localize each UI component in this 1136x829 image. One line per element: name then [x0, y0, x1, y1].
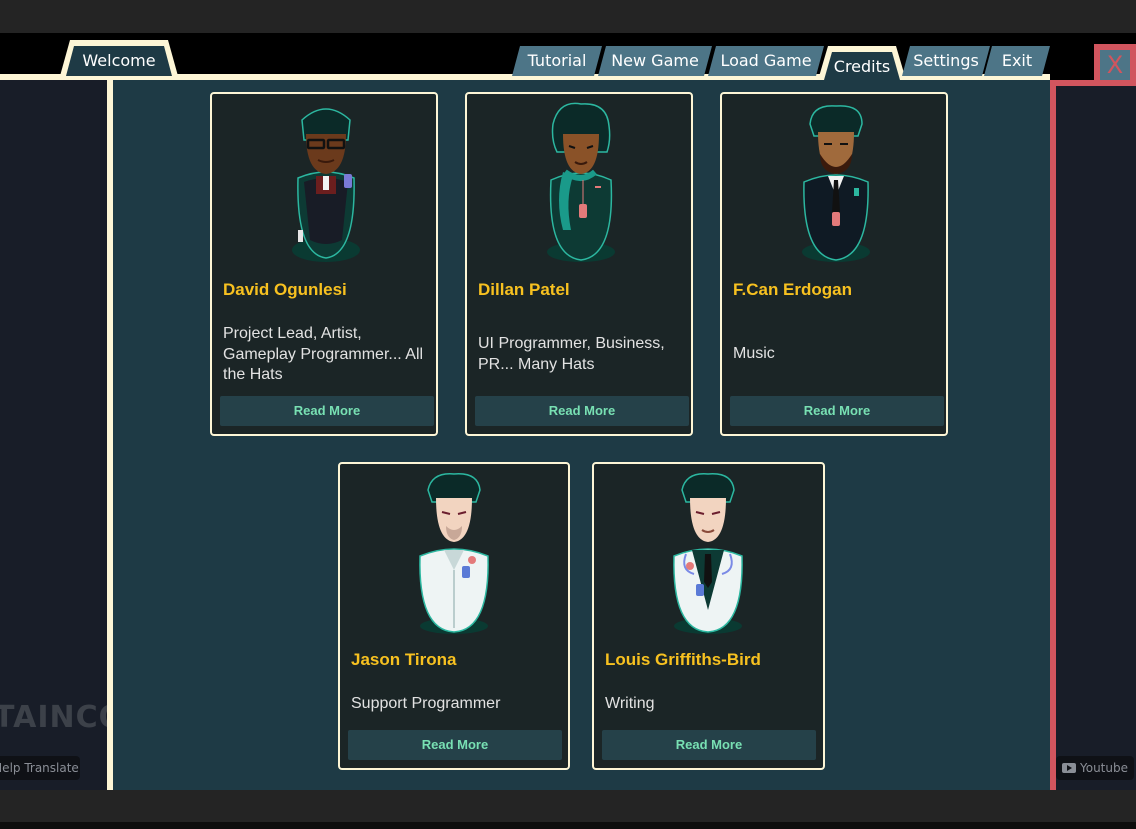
tab-new-game[interactable]: New Game	[598, 46, 712, 76]
tab-tutorial[interactable]: Tutorial	[512, 46, 602, 76]
read-more-button[interactable]: Read More	[730, 396, 944, 426]
help-translate-button[interactable]: Help Translate	[0, 756, 80, 780]
tab-new-game-label: New Game	[611, 51, 699, 70]
read-more-button[interactable]: Read More	[348, 730, 562, 760]
portrait-jason	[419, 473, 489, 634]
tab-credits[interactable]: Credits	[818, 46, 906, 80]
background-left	[0, 80, 107, 790]
read-more-button[interactable]: Read More	[475, 396, 689, 426]
tab-tutorial-label: Tutorial	[527, 51, 587, 70]
portrait-louis	[673, 473, 743, 634]
tab-settings[interactable]: Settings	[902, 46, 990, 76]
tab-credits-label: Credits	[833, 57, 891, 76]
youtube-icon	[1062, 763, 1076, 773]
credit-card: Jason Tirona Support Programmer Read Mor…	[338, 462, 570, 770]
read-more-button[interactable]: Read More	[602, 730, 816, 760]
top-letterbox	[0, 0, 1136, 33]
tab-settings-label: Settings	[913, 51, 979, 70]
youtube-label: Youtube	[1080, 761, 1128, 775]
credit-role: UI Programmer, Business, PR... Many Hats	[478, 335, 665, 373]
credit-card: Dillan Patel UI Programmer, Business, PR…	[465, 92, 693, 436]
credit-name: F.Can Erdogan	[733, 280, 853, 299]
tab-welcome-label: Welcome	[82, 51, 156, 70]
credit-name: Dillan Patel	[478, 280, 570, 299]
credit-role: Support Programmer	[351, 695, 501, 712]
tab-load-game-label: Load Game	[720, 51, 812, 70]
credit-role: Music	[733, 345, 775, 362]
portrait-fcan	[802, 105, 870, 262]
credit-name: David Ogunlesi	[223, 280, 347, 299]
background-right	[1056, 86, 1136, 790]
bottom-edge	[0, 822, 1136, 829]
tab-welcome[interactable]: Welcome	[60, 40, 178, 76]
tab-exit[interactable]: Exit	[984, 46, 1050, 76]
close-button[interactable]: X	[1094, 44, 1136, 86]
credit-card: F.Can Erdogan Music Read More	[720, 92, 948, 436]
panel-right-border	[1050, 80, 1056, 790]
credit-card: David Ogunlesi Project Lead, Artist, Gam…	[210, 92, 438, 436]
youtube-button[interactable]: Youtube	[1056, 756, 1134, 780]
credit-name: Louis Griffiths-Bird	[605, 650, 761, 669]
close-icon: X	[1100, 50, 1130, 80]
credit-name: Jason Tirona	[351, 650, 457, 669]
credit-role: Project Lead, Artist, Gameplay Programme…	[223, 325, 424, 383]
credit-card: Louis Griffiths-Bird Writing Read More	[592, 462, 825, 770]
credit-role: Writing	[605, 695, 655, 712]
read-more-button[interactable]: Read More	[220, 396, 434, 426]
portrait-david	[292, 108, 360, 262]
tab-exit-label: Exit	[1001, 51, 1033, 70]
tab-load-game[interactable]: Load Game	[708, 46, 824, 76]
portrait-dillan	[547, 102, 615, 262]
